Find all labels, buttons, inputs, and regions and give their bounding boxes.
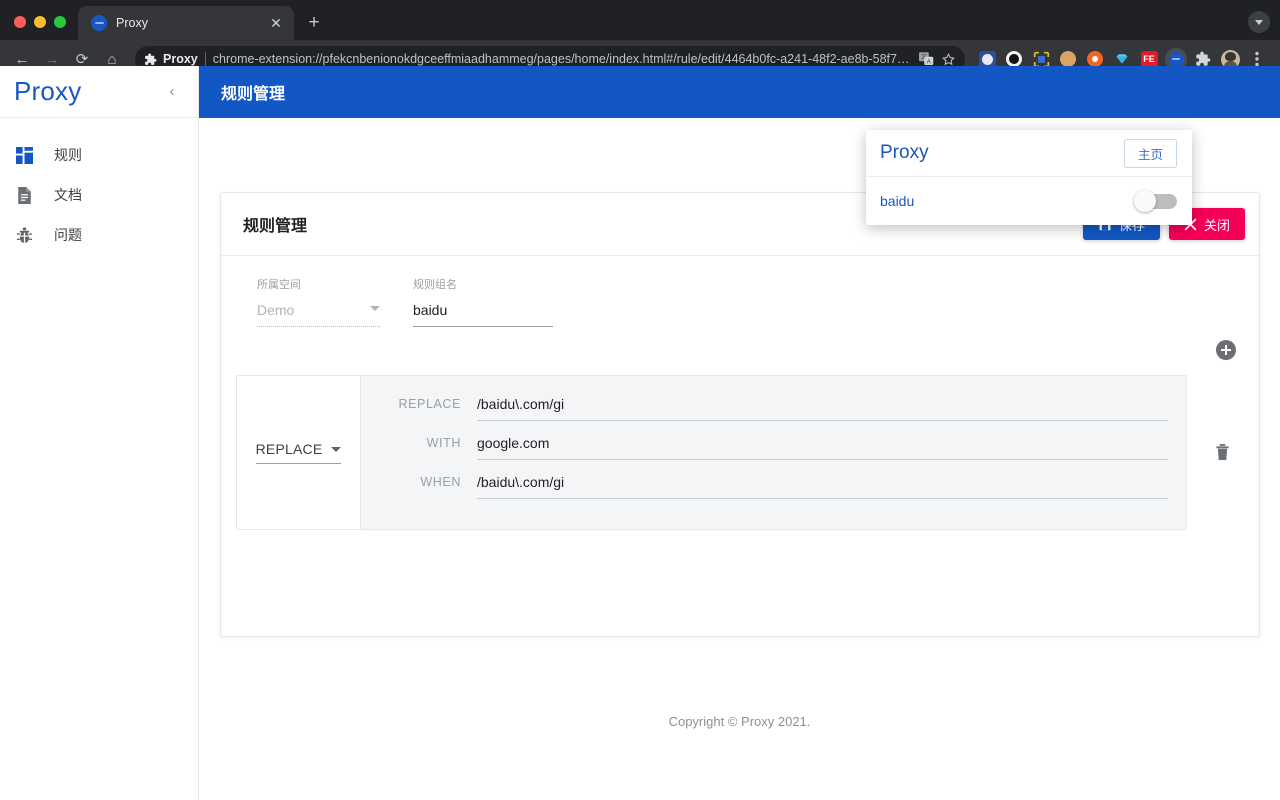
field-underline [413,326,553,327]
tab-search-icon[interactable] [1248,11,1270,33]
star-icon[interactable] [941,52,956,67]
proxy-favicon-icon [91,15,107,31]
rule-group-name-field: 规则组名 baidu [413,276,553,327]
field-underline [477,420,1168,421]
rule-type-value: REPLACE [255,441,323,457]
tab-title: Proxy [116,16,148,30]
form-fields: 所属空间 Demo 规则组名 baidu [236,276,1241,327]
url-text[interactable]: chrome-extension://pfekcnbenionokdgceeff… [213,52,912,66]
svg-text:A: A [927,60,931,66]
popup-header: Proxy 主页 [866,130,1192,177]
rule-when-input[interactable]: /baidu\.com/gi [477,472,1168,499]
rule-box: REPLACE REPLACE /baidu\.com/gi WITH goog… [236,375,1187,530]
delete-rule-button[interactable] [1211,442,1233,464]
rule-type-select[interactable]: REPLACE [255,441,342,464]
app-header: 规则管理 [199,66,1280,118]
rule-edit-card: 规则管理 保存 关闭 所属空间 Demo 规则组名 baidu REPLACE … [220,192,1260,637]
rule-group-name-label: 规则组名 [413,279,457,291]
minimize-window-button[interactable] [34,16,46,28]
app-brand: Proxy [14,76,82,106]
popup-title: Proxy [880,142,929,163]
extension-origin-chip: Proxy [144,52,198,66]
rule-when-value: /baidu\.com/gi [477,474,565,490]
workspace-field: 所属空间 Demo [257,276,380,327]
rule-type-panel: REPLACE [237,376,361,529]
rule-type-underline [255,463,342,464]
rule-field-when: WHEN /baidu\.com/gi [361,472,1168,511]
document-icon [14,185,34,205]
sidebar-item-label: 规则 [54,147,82,163]
footer-copyright: Copyright © Proxy 2021. [668,714,811,729]
popup-rule-label[interactable]: baidu [880,193,914,209]
omnibox-divider [204,51,206,67]
field-underline [257,326,380,327]
sidebar-item-label: 问题 [54,227,82,243]
rule-replace-value: /baidu\.com/gi [477,396,565,412]
tabstrip-right-controls [1248,11,1280,40]
rule-with-input[interactable]: google.com [477,433,1168,460]
toggle-knob [1134,189,1156,212]
popup-rule-toggle[interactable] [1134,189,1177,212]
rule-field-replace: REPLACE /baidu\.com/gi [361,394,1168,433]
browser-window: Proxy ✕ + ← → ⟳ ⌂ Proxy chrome-extension… [0,0,1280,800]
chevron-down-icon [331,446,342,452]
chevron-down-icon [370,306,380,311]
sidebar-item-rules[interactable]: 规则 [0,135,198,175]
omnibox-actions: 文 A [919,52,956,67]
tab-strip: Proxy ✕ + [0,0,1280,40]
card-body: 所属空间 Demo 规则组名 baidu REPLACE REPLACE /ba… [221,256,1259,636]
rule-group-name-value: baidu [413,302,448,318]
puzzle-piece-icon [145,53,157,65]
new-tab-button[interactable]: + [300,9,328,37]
window-traffic-lights [0,16,78,40]
maximize-window-button[interactable] [54,16,66,28]
field-underline [477,498,1168,499]
popup-home-button[interactable]: 主页 [1123,138,1177,168]
add-rule-button[interactable] [1216,340,1236,360]
rule-field-label: REPLACE [398,397,461,411]
sidebar-item-docs[interactable]: 文档 [0,175,198,215]
sidebar-item-label: 文档 [54,187,82,203]
field-underline [477,459,1168,460]
bug-icon [14,225,34,245]
browser-tab[interactable]: Proxy ✕ [78,6,294,40]
workspace-select[interactable]: Demo [257,301,380,327]
sidebar-item-issues[interactable]: 问题 [0,215,198,255]
close-window-button[interactable] [14,16,26,28]
rule-field-label: WITH [426,436,461,450]
rule-group-name-input[interactable]: baidu [413,301,553,327]
chevron-left-icon[interactable]: ‹ [162,82,182,102]
rule-field-with: WITH google.com [361,433,1168,472]
popup-rule-row: baidu [866,177,1192,225]
rule-field-label: WHEN [420,475,461,489]
workspace-field-label: 所属空间 [257,279,301,291]
rule-replace-input[interactable]: /baidu\.com/gi [477,394,1168,421]
card-title: 规则管理 [243,218,308,235]
rule-item: REPLACE REPLACE /baidu\.com/gi WITH goog… [236,375,1241,530]
extension-popup: Proxy 主页 baidu [866,130,1192,225]
rule-with-value: google.com [477,435,550,451]
close-button-label: 关闭 [1203,217,1230,233]
page-title: 规则管理 [221,86,286,103]
sidebar-nav: 规则 文档 问题 [0,118,198,255]
trash-icon [1215,444,1229,460]
translate-icon[interactable]: 文 A [919,52,934,66]
sidebar: Proxy ‹ 规则 文档 问题 [0,66,199,800]
sidebar-header: Proxy ‹ [0,66,198,118]
workspace-select-value: Demo [257,302,295,318]
extension-chip-label: Proxy [163,52,198,66]
rule-fields: REPLACE /baidu\.com/gi WITH google.com W… [361,376,1186,529]
close-icon[interactable]: ✕ [267,14,285,32]
app-viewport: Proxy ‹ 规则 文档 问题 规则管理 规则管理 保存 关闭 所属空间 De… [0,66,1280,800]
dashboard-icon [14,145,34,165]
